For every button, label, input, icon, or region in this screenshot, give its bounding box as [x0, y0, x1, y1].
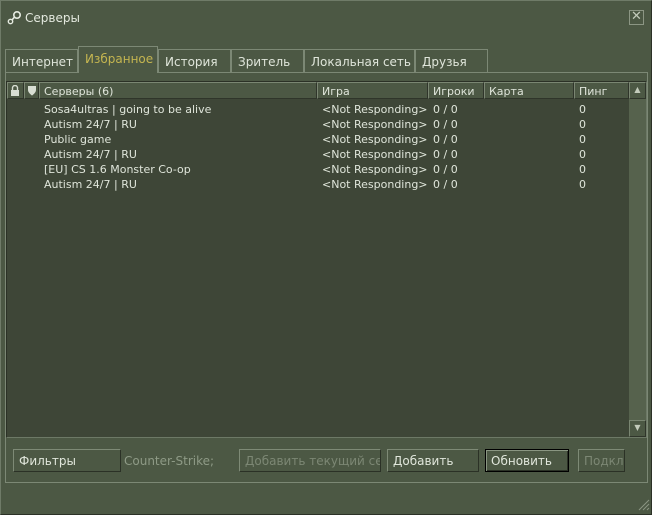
table-row[interactable]: Sosa4ultras | going to be alive <Not Res… [7, 102, 627, 117]
server-ping: 0 [579, 133, 586, 146]
server-ping: 0 [579, 118, 586, 131]
server-players: 0 / 0 [433, 148, 458, 161]
server-players: 0 / 0 [433, 118, 458, 131]
tab-friends[interactable]: Друзья [415, 49, 488, 72]
column-game[interactable]: Игра [317, 82, 428, 99]
connect-button[interactable]: Подкл. [578, 449, 625, 472]
refresh-button[interactable]: Обновить [485, 449, 569, 472]
filters-button[interactable]: Фильтры [13, 449, 121, 472]
tab-history[interactable]: История [158, 49, 231, 72]
table-row[interactable]: Public game <Not Responding> 0 / 0 0 [7, 132, 627, 147]
server-players: 0 / 0 [433, 163, 458, 176]
server-name: Autism 24/7 | RU [44, 178, 137, 191]
server-name: Public game [44, 133, 112, 146]
steam-icon [7, 10, 22, 25]
lock-icon [11, 84, 19, 96]
server-game: <Not Responding> [322, 118, 428, 131]
server-ping: 0 [579, 163, 586, 176]
scroll-up-button[interactable]: ▲ [629, 82, 646, 99]
server-game: <Not Responding> [322, 148, 428, 161]
server-game: <Not Responding> [322, 103, 428, 116]
table-row[interactable]: Autism 24/7 | RU <Not Responding> 0 / 0 … [7, 177, 627, 192]
shield-icon [28, 86, 36, 96]
table-row[interactable]: [EU] CS 1.6 Monster Co-op <Not Respondin… [7, 162, 627, 177]
column-secure[interactable] [24, 82, 39, 99]
server-name: [EU] CS 1.6 Monster Co-op [44, 163, 191, 176]
window-title: Серверы [25, 11, 80, 25]
server-ping: 0 [579, 178, 586, 191]
server-game: <Not Responding> [322, 178, 428, 191]
resize-grip-icon[interactable] [637, 498, 650, 511]
server-ping: 0 [579, 148, 586, 161]
server-players: 0 / 0 [433, 133, 458, 146]
filter-summary: Counter-Strike; [124, 454, 215, 468]
arrow-down-icon: ▼ [634, 423, 641, 432]
servers-window: Серверы ✕ Интернет Избранное История Зри… [0, 0, 652, 515]
column-map[interactable]: Карта [484, 82, 574, 99]
tab-lan[interactable]: Локальная сеть [304, 49, 415, 72]
close-icon: ✕ [631, 9, 642, 24]
server-name: Sosa4ultras | going to be alive [44, 103, 212, 116]
column-ping[interactable]: Пинг [574, 82, 629, 99]
vertical-scrollbar[interactable]: ▲ ▼ [629, 82, 646, 437]
column-servers[interactable]: Серверы (6) [39, 82, 317, 99]
server-name: Autism 24/7 | RU [44, 148, 137, 161]
table-row[interactable]: Autism 24/7 | RU <Not Responding> 0 / 0 … [7, 117, 627, 132]
server-name: Autism 24/7 | RU [44, 118, 137, 131]
scroll-down-button[interactable]: ▼ [629, 420, 646, 437]
tab-internet[interactable]: Интернет [5, 49, 78, 72]
tab-favorites[interactable]: Избранное [78, 46, 158, 73]
close-button[interactable]: ✕ [629, 10, 644, 25]
server-players: 0 / 0 [433, 103, 458, 116]
server-list[interactable]: Серверы (6) Игра Игроки Карта Пинг Sosa4… [6, 81, 647, 438]
server-game: <Not Responding> [322, 163, 428, 176]
server-ping: 0 [579, 103, 586, 116]
add-server-button[interactable]: Добавить [387, 449, 479, 472]
column-password[interactable] [7, 82, 24, 99]
arrow-up-icon: ▲ [634, 85, 641, 94]
add-current-server-button[interactable]: Добавить текущий се... [239, 449, 381, 472]
title-bar[interactable]: Серверы ✕ [1, 1, 651, 35]
column-players[interactable]: Игроки [428, 82, 484, 99]
server-players: 0 / 0 [433, 178, 458, 191]
server-game: <Not Responding> [322, 133, 428, 146]
tab-spectate[interactable]: Зритель [231, 49, 304, 72]
table-row[interactable]: Autism 24/7 | RU <Not Responding> 0 / 0 … [7, 147, 627, 162]
